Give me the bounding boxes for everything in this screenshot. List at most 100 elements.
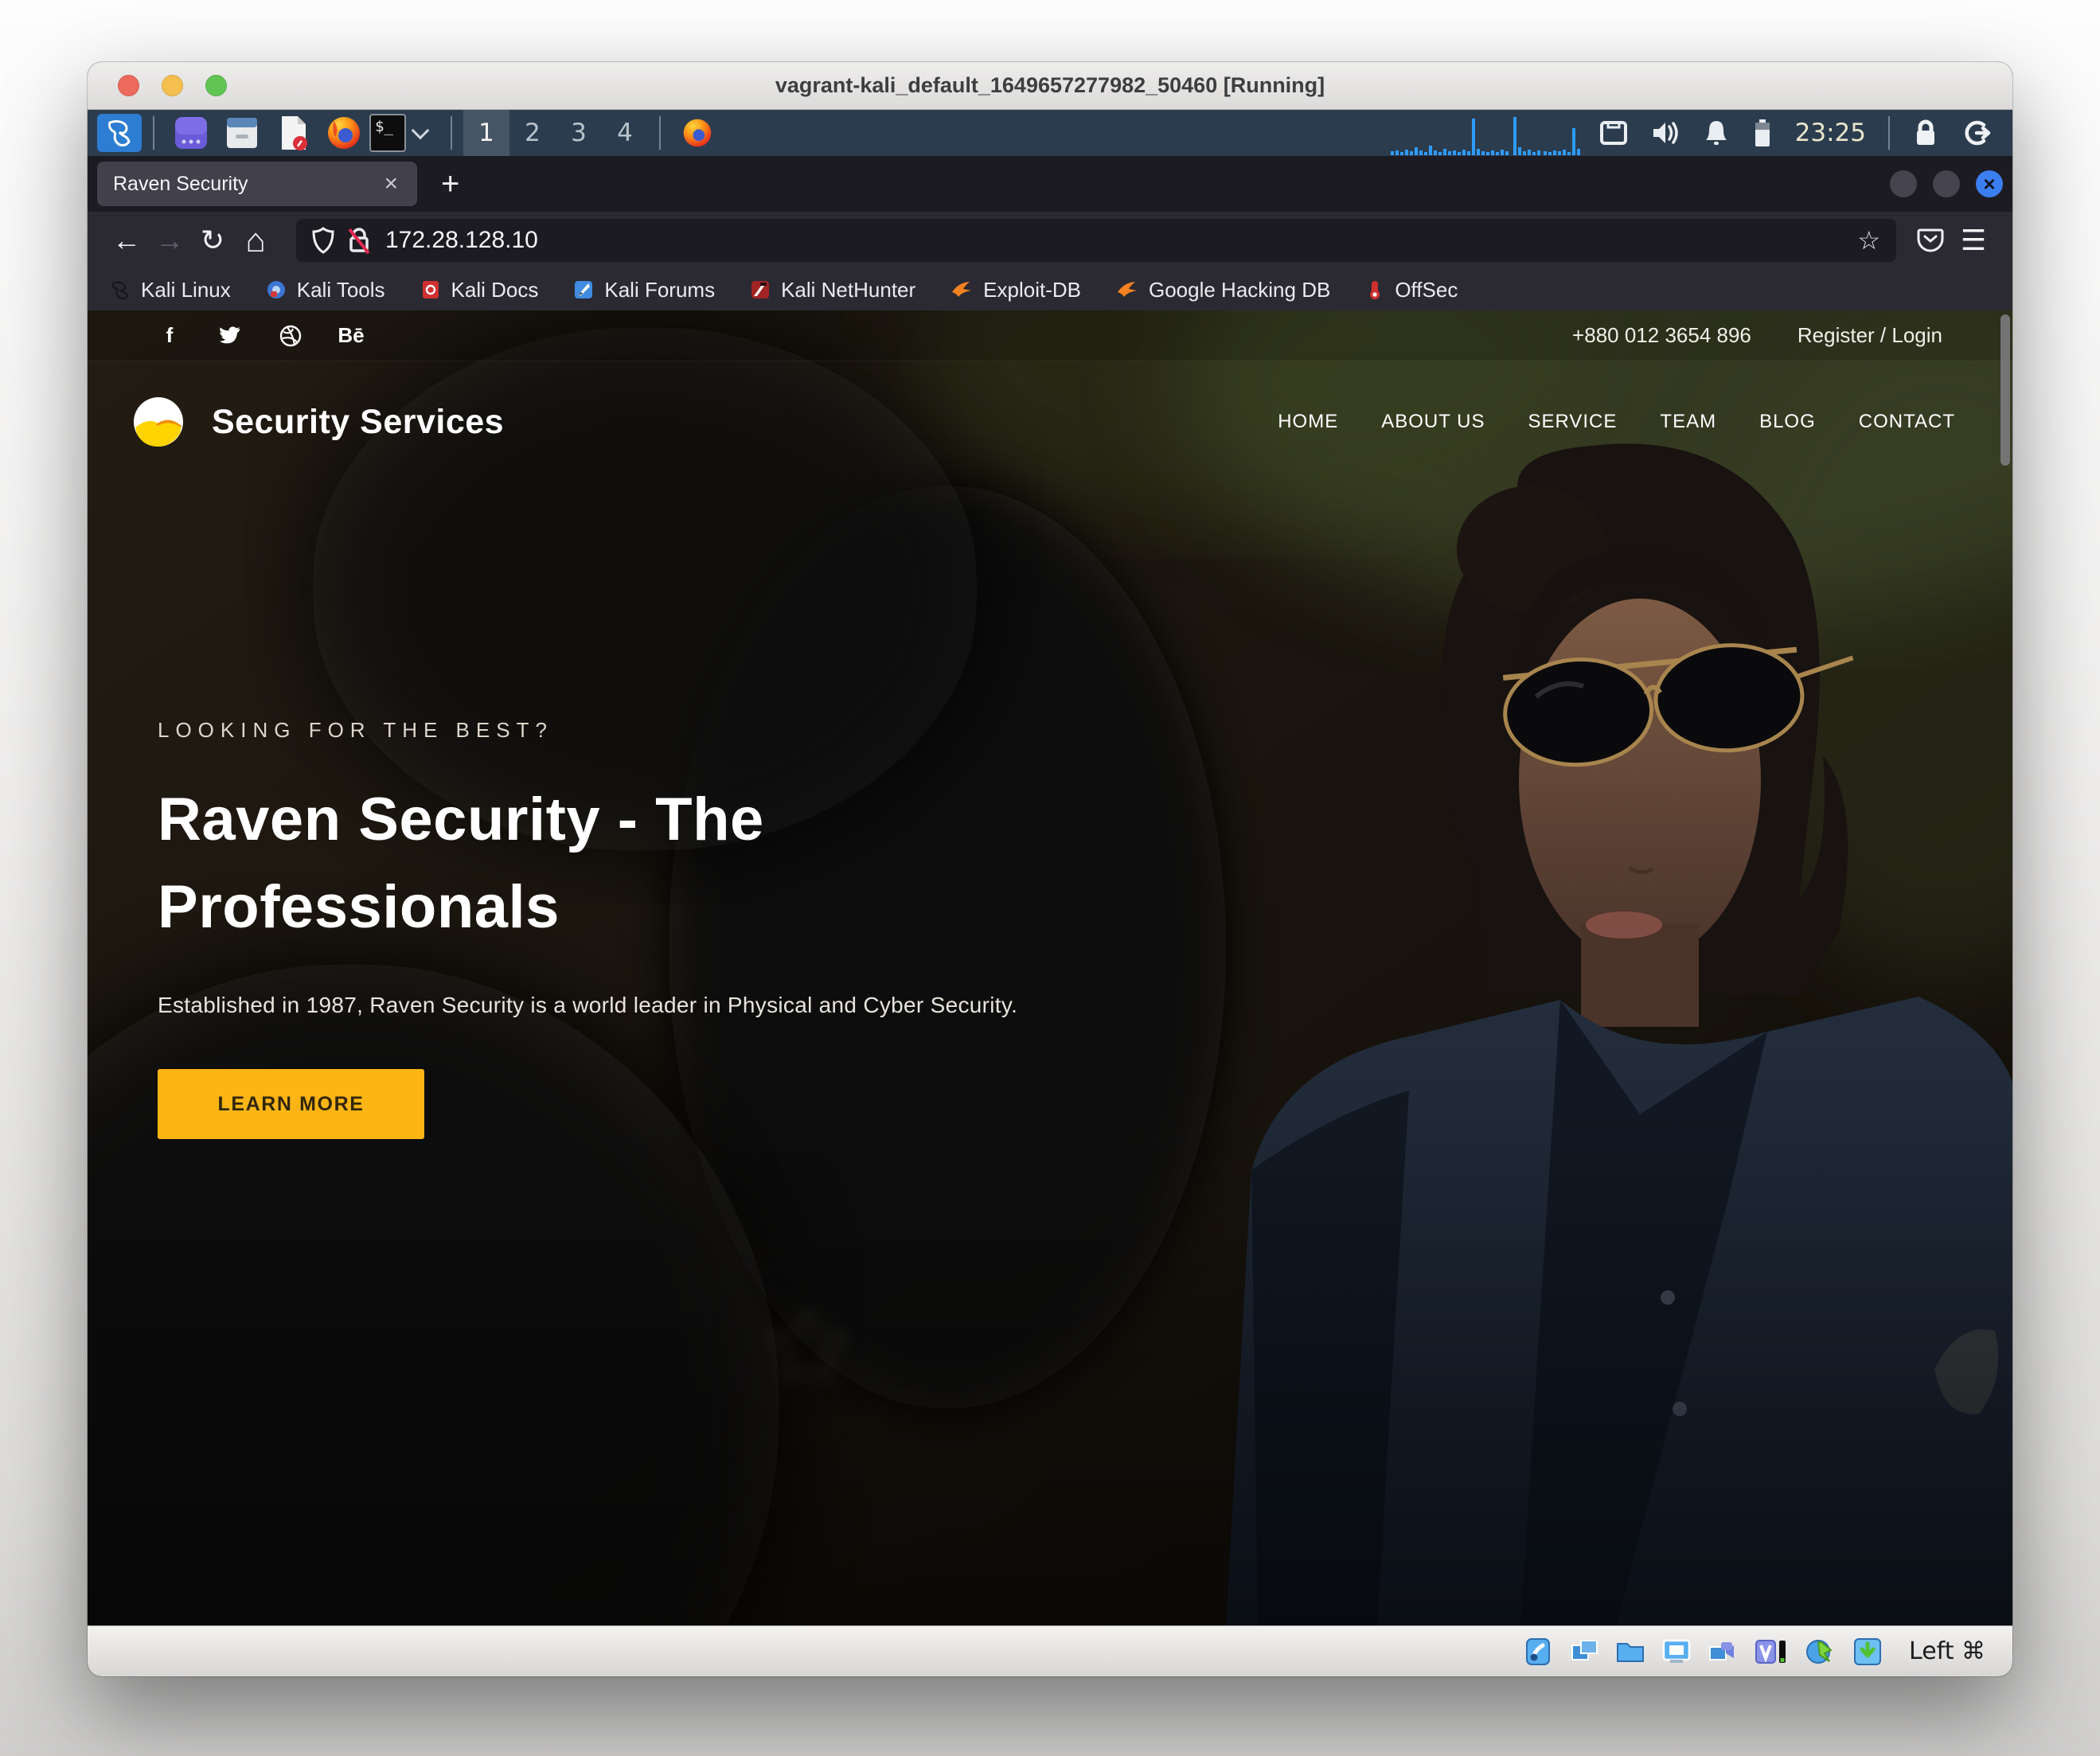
kali-nethunter-favicon <box>750 279 771 300</box>
tab-raven-security[interactable]: Raven Security × <box>97 162 417 206</box>
menu-hamburger-icon[interactable]: ☰ <box>1952 219 1995 262</box>
site-nav: HOME ABOUT US SERVICE TEAM BLOG CONTACT <box>1278 411 1955 433</box>
twitter-icon[interactable] <box>218 326 242 346</box>
kali-docs-favicon <box>420 279 441 300</box>
vbox-features-icon[interactable] <box>1753 1636 1790 1668</box>
hero-title: Raven Security - The Professionals <box>158 776 962 951</box>
network-tray-icon[interactable] <box>1600 121 1627 145</box>
bookmark-kali-tools[interactable]: Kali Tools <box>266 278 385 302</box>
nav-home[interactable]: HOME <box>1278 411 1338 433</box>
nav-service[interactable]: SERVICE <box>1528 411 1617 433</box>
tab-close-icon[interactable]: × <box>381 170 401 197</box>
notifications-tray-icon[interactable] <box>1704 119 1729 146</box>
browser-minimize-button[interactable] <box>1890 170 1917 197</box>
url-text[interactable]: 172.28.128.10 <box>385 227 1857 254</box>
new-tab-button[interactable]: + <box>441 166 459 202</box>
learn-more-button[interactable]: LEARN MORE <box>158 1069 424 1139</box>
firefox-tab-bar: Raven Security × + × <box>88 156 2012 212</box>
kali-dragon-icon <box>105 118 134 148</box>
nav-about-us[interactable]: ABOUT US <box>1381 411 1485 433</box>
url-bar[interactable]: 172.28.128.10 ☆ <box>296 219 1896 262</box>
bookmark-star-icon[interactable]: ☆ <box>1857 225 1880 256</box>
behance-icon[interactable]: Bē <box>339 323 363 348</box>
panel-separator <box>1888 116 1890 150</box>
firefox-launcher-icon[interactable] <box>326 115 362 151</box>
bookmark-exploit-db[interactable]: Exploit-DB <box>950 278 1081 302</box>
virtualbox-vm-window: vagrant-kali_default_1649657277982_50460… <box>88 62 2012 1676</box>
facebook-icon[interactable]: f <box>158 323 182 348</box>
offsec-favicon <box>1365 279 1384 300</box>
vm-titlebar: vagrant-kali_default_1649657277982_50460… <box>88 62 2012 110</box>
site-topbar: f Bē +880 012 3654 896 Register / Login <box>88 310 2012 361</box>
chevron-down-icon[interactable] <box>412 122 430 140</box>
lock-screen-icon[interactable] <box>1913 119 1938 147</box>
bookmark-kali-linux[interactable]: Kali Linux <box>110 278 231 302</box>
bookmark-kali-nethunter[interactable]: Kali NetHunter <box>750 278 915 302</box>
firefox-toolbar: ← → ↻ ⌂ 172.28.128.10 ☆ ☰ <box>88 212 2012 269</box>
workspace-2[interactable]: 2 <box>509 110 556 156</box>
volume-tray-icon[interactable] <box>1651 120 1680 146</box>
hero-subtitle: Established in 1987, Raven Security is a… <box>158 993 1097 1018</box>
vbox-display-icon[interactable] <box>1661 1636 1692 1668</box>
panel-separator <box>451 116 452 150</box>
panel-separator <box>153 116 154 150</box>
bookmark-google-hacking-db[interactable]: Google Hacking DB <box>1116 278 1330 302</box>
insecure-lock-icon[interactable] <box>347 226 371 255</box>
pocket-icon[interactable] <box>1909 219 1952 262</box>
phone-number: +880 012 3654 896 <box>1572 323 1751 348</box>
logout-icon[interactable] <box>1962 119 1991 146</box>
forward-button[interactable]: → <box>148 219 191 262</box>
bookmark-kali-docs[interactable]: Kali Docs <box>420 278 539 302</box>
bookmarks-toolbar: Kali Linux Kali Tools Kali Docs Kali For… <box>88 269 2012 310</box>
vbox-mouse-integration-icon[interactable] <box>1804 1636 1837 1668</box>
back-button[interactable]: ← <box>105 219 148 262</box>
app-launcher-icon[interactable] <box>173 115 209 151</box>
network-monitor-graph <box>1389 111 1588 155</box>
site-header: Security Services HOME ABOUT US SERVICE … <box>88 361 2012 482</box>
tab-title: Raven Security <box>113 173 381 196</box>
bookmark-offsec[interactable]: OffSec <box>1365 278 1458 302</box>
browser-maximize-button[interactable] <box>1933 170 1960 197</box>
reload-button[interactable]: ↻ <box>191 219 234 262</box>
text-editor-icon[interactable] <box>275 115 311 151</box>
hero-section: LOOKING FOR THE BEST? Raven Security - T… <box>158 718 1097 1139</box>
kali-panel: $_ 1 2 3 4 <box>88 110 2012 156</box>
nav-blog[interactable]: BLOG <box>1759 411 1816 433</box>
workspace-4[interactable]: 4 <box>602 110 648 156</box>
terminal-launcher-icon[interactable]: $_ <box>369 114 406 152</box>
kali-menu-button[interactable] <box>97 114 142 152</box>
page-scrollbar[interactable] <box>2000 314 2010 466</box>
social-links: f Bē <box>158 323 363 348</box>
site-brand[interactable]: Security Services <box>132 396 504 448</box>
home-button[interactable]: ⌂ <box>234 219 277 262</box>
traffic-lights <box>118 75 227 96</box>
minimize-window-button[interactable] <box>162 75 183 96</box>
exploit-db-favicon <box>950 279 973 300</box>
tracking-shield-icon[interactable] <box>312 227 334 254</box>
file-manager-icon[interactable] <box>224 115 260 151</box>
zoom-window-button[interactable] <box>205 75 227 96</box>
vbox-status-bar: Left ⌘ <box>88 1625 2012 1676</box>
brand-name: Security Services <box>212 403 504 442</box>
bookmark-kali-forums[interactable]: Kali Forums <box>573 278 715 302</box>
dribbble-icon[interactable] <box>279 325 303 347</box>
workspace-3[interactable]: 3 <box>556 110 602 156</box>
vbox-network-icon[interactable] <box>1568 1636 1600 1668</box>
brand-logo-icon <box>132 396 185 448</box>
panel-clock[interactable]: 23:25 <box>1795 119 1866 147</box>
browser-close-button[interactable]: × <box>1976 170 2003 197</box>
nav-team[interactable]: TEAM <box>1660 411 1716 433</box>
host-desktop: vagrant-kali_default_1649657277982_50460… <box>0 0 2100 1756</box>
register-login-link[interactable]: Register / Login <box>1797 323 1942 348</box>
battery-tray-icon[interactable] <box>1753 119 1772 147</box>
taskbar-firefox-icon[interactable] <box>679 115 716 151</box>
vbox-harddisk-icon[interactable] <box>1522 1636 1554 1668</box>
vbox-keyboard-capture-icon[interactable] <box>1852 1636 1883 1668</box>
workspace-1[interactable]: 1 <box>463 110 509 156</box>
nav-contact[interactable]: CONTACT <box>1859 411 1955 433</box>
vbox-recording-icon[interactable] <box>1707 1636 1739 1668</box>
kali-tools-favicon <box>266 279 287 300</box>
kali-linux-favicon <box>110 279 131 300</box>
close-window-button[interactable] <box>118 75 139 96</box>
vbox-shared-folders-icon[interactable] <box>1614 1636 1646 1668</box>
